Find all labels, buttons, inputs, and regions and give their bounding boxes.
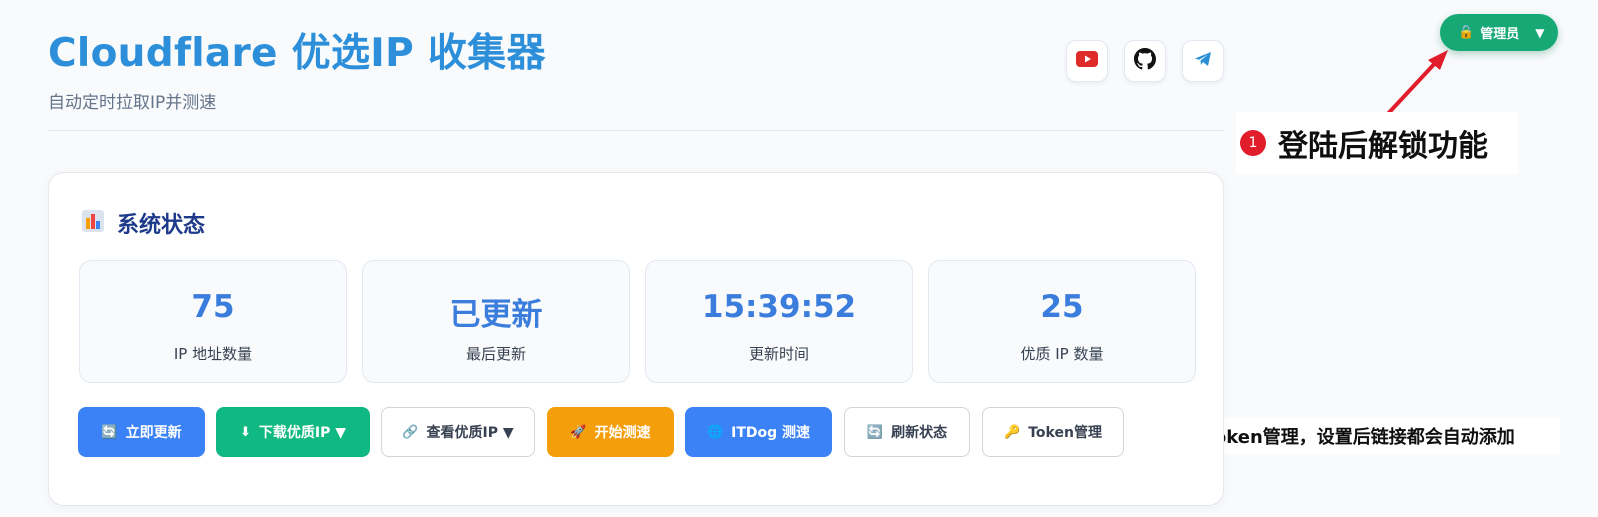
telegram-icon [1194,51,1212,71]
button-label: 开始测速 [594,425,651,441]
link-icon: 🔗 [402,424,419,440]
bar-chart-icon [81,209,105,237]
system-status-card: 系统状态 75 IP 地址数量 已更新 最后更新 15:39:52 更新时间 2… [48,172,1224,506]
refresh-icon: 🔄 [866,424,884,440]
telegram-link[interactable] [1182,40,1224,82]
itdog-speed-test-button[interactable]: 🌐 ITDog 测速 [685,407,832,457]
page-title: Cloudflare 优选IP 收集器 [48,31,546,76]
button-label: 下载优质IP ▼ [258,425,347,441]
button-label: ITDog 测速 [731,425,811,441]
youtube-icon [1076,51,1098,71]
token-management-button[interactable]: 🔑 Token管理 [982,407,1124,457]
button-label: 立即更新 [125,425,182,441]
annotation-text: 登陆后解锁功能 [1278,129,1488,164]
refresh-icon: 🔄 [101,424,118,440]
youtube-link[interactable] [1066,40,1108,82]
refresh-status-button[interactable]: 🔄 刷新状态 [844,407,970,457]
stat-value: 15:39:52 [701,289,857,325]
download-icon: ⬇ [239,424,251,440]
stat-label: IP 地址数量 [173,345,253,363]
button-label: 刷新状态 [891,425,948,441]
stat-last-update: 已更新 最后更新 [362,260,630,383]
button-label: 查看优质IP ▼ [426,425,514,441]
button-label: Token管理 [1028,425,1102,441]
stat-value: 25 [1040,289,1084,325]
view-quality-ip-button[interactable]: 🔗 查看优质IP ▼ [381,407,535,457]
github-icon [1134,48,1156,74]
globe-icon: 🌐 [706,424,724,440]
chevron-down-icon: ▼ [1535,25,1545,40]
stat-label: 最后更新 [465,345,526,363]
annotation-login-unlock: 1 登陆后解锁功能 [1236,112,1518,174]
stat-value: 75 [191,289,235,325]
lock-icon: 🔒 [1458,25,1475,40]
card-title: 系统状态 [117,213,206,238]
admin-label: 管理员 [1480,27,1520,42]
stat-ip-count: 75 IP 地址数量 [79,260,347,383]
stat-quality-ip-count: 25 优质 IP 数量 [928,260,1196,383]
update-now-button[interactable]: 🔄 立即更新 [78,407,205,457]
card-header: 系统状态 [81,207,205,239]
key-icon: 🔑 [1004,424,1021,440]
annotation-badge: 1 [1240,130,1266,156]
page-subtitle: 自动定时拉取IP并测速 [48,93,217,113]
stat-label: 优质 IP 数量 [1020,345,1104,363]
stat-value: 已更新 [449,297,543,333]
stat-label: 更新时间 [748,345,809,363]
stat-update-time: 15:39:52 更新时间 [645,260,913,383]
download-quality-ip-button[interactable]: ⬇ 下载优质IP ▼ [216,407,370,457]
rocket-icon: 🚀 [570,424,587,440]
start-speed-test-button[interactable]: 🚀 开始测速 [547,407,674,457]
github-link[interactable] [1124,40,1166,82]
header-divider [48,130,1224,131]
